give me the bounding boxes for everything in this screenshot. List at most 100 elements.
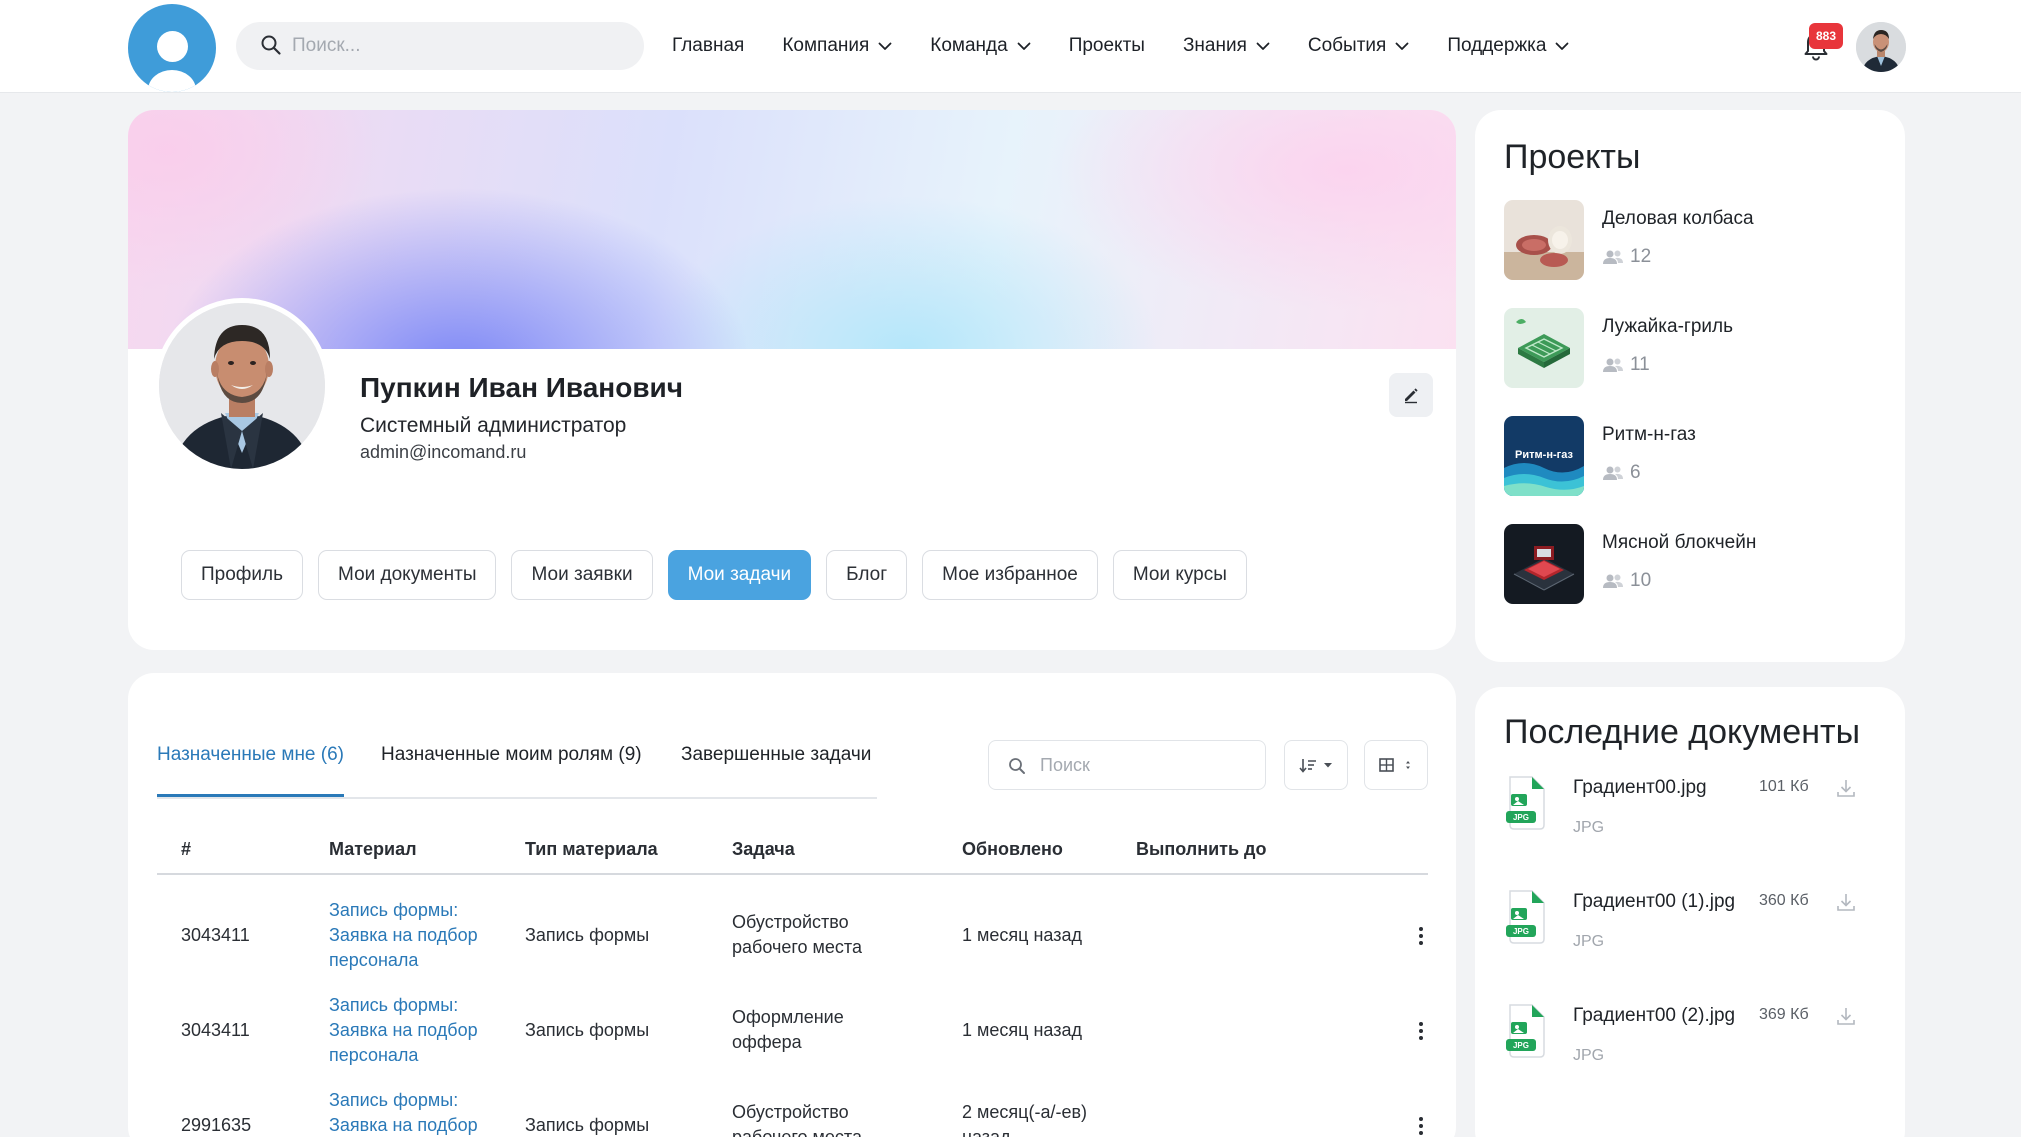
row-id: 3043411: [181, 925, 250, 945]
document-name[interactable]: Градиент00 (1).jpg: [1573, 891, 1735, 913]
row-id: 2991635: [181, 1115, 252, 1135]
documents-title: Последние документы: [1504, 713, 1861, 751]
top-header: Главная Компания Команда Проекты Знания …: [0, 0, 2021, 93]
search-icon: [1009, 758, 1025, 774]
nav-item-projects[interactable]: Проекты: [1069, 35, 1145, 57]
document-type: JPG: [1573, 1047, 1605, 1064]
nav-item-label: События: [1307, 35, 1387, 56]
row-actions-menu-icon[interactable]: [1411, 921, 1431, 951]
sort-icon: [1299, 759, 1332, 773]
document-size: 360 Кб: [1759, 892, 1809, 909]
subtab-completed[interactable]: Завершенные задачи: [681, 743, 871, 797]
row-material-link[interactable]: Запись формы: Заявка на подбор персонала: [329, 1088, 504, 1137]
download-icon[interactable]: [1835, 1005, 1857, 1027]
row-updated: 2 месяц(-а/-ев) назад: [962, 1102, 1088, 1137]
document-type: JPG: [1573, 819, 1605, 836]
project-item[interactable]: Лужайка-гриль 11: [1504, 308, 1884, 388]
document-name[interactable]: Градиент00 (2).jpg: [1573, 1005, 1735, 1027]
row-actions-menu-icon[interactable]: [1411, 1111, 1431, 1137]
profile-tabs: Профиль Мои документы Мои заявки Мои зад…: [181, 550, 1262, 600]
task-subtabs: Назначенные мне (6) Назначенные моим рол…: [157, 743, 877, 799]
table-header: # Материал Тип материала Задача Обновлен…: [157, 831, 1428, 875]
document-item[interactable]: JPG Градиент00 (1).jpg JPG 360 Кб: [1504, 889, 1884, 969]
view-mode-button[interactable]: [1364, 740, 1428, 790]
document-name[interactable]: Градиент00.jpg: [1573, 777, 1707, 799]
project-item[interactable]: Деловая колбаса 12: [1504, 200, 1884, 280]
tasks-search[interactable]: [988, 740, 1266, 790]
document-size: 369 Кб: [1759, 1006, 1809, 1023]
project-members-count: 12: [1630, 246, 1652, 267]
nav-item-support[interactable]: Поддержка: [1447, 35, 1569, 57]
global-search[interactable]: [236, 22, 644, 70]
table-row: 3043411 Запись формы: Заявка на подбор п…: [157, 888, 1428, 983]
jpg-file-icon: JPG: [1506, 776, 1545, 830]
users-icon: [1603, 358, 1623, 372]
document-item[interactable]: JPG Градиент00.jpg JPG 101 Кб: [1504, 775, 1884, 855]
users-icon: [1603, 574, 1623, 588]
nav-item-company[interactable]: Компания: [782, 35, 892, 57]
chevron-down-icon: [1556, 42, 1569, 50]
project-thumbnail: [1504, 308, 1584, 388]
projects-title: Проекты: [1504, 138, 1641, 176]
nav-item-knowledge[interactable]: Знания: [1183, 35, 1270, 57]
grid-view-icon: [1379, 758, 1410, 772]
chevron-down-icon: [878, 42, 892, 50]
project-members: 6: [1602, 462, 1641, 484]
column-header-updated[interactable]: Обновлено: [962, 839, 1063, 860]
column-header-material-type[interactable]: Тип материала: [525, 839, 658, 860]
jpg-file-icon: JPG: [1506, 890, 1545, 944]
document-type: JPG: [1573, 933, 1605, 950]
rhythm-gas-logo: Ритм-н-газ: [1504, 416, 1584, 496]
subtab-assigned-to-roles[interactable]: Назначенные моим ролям (9): [381, 743, 642, 797]
profile-email: admin@incomand.ru: [360, 442, 527, 462]
tab-blog[interactable]: Блог: [826, 550, 908, 600]
tab-my-courses[interactable]: Мои курсы: [1112, 550, 1247, 600]
tab-my-requests[interactable]: Мои заявки: [511, 550, 653, 600]
row-updated: 1 месяц назад: [962, 1020, 1082, 1040]
row-actions-menu-icon[interactable]: [1411, 1016, 1431, 1046]
row-material-link[interactable]: Запись формы: Заявка на подбор персонала: [329, 898, 504, 973]
row-material-type: Запись формы: [525, 925, 650, 945]
project-item[interactable]: Мясной блокчейн 10: [1504, 524, 1884, 604]
tasks-search-input[interactable]: [1040, 741, 1250, 789]
project-item[interactable]: Ритм-н-газ Ритм-н-газ 6: [1504, 416, 1884, 496]
global-search-input[interactable]: [292, 22, 622, 70]
column-header-material[interactable]: Материал: [329, 839, 417, 860]
project-name: Лужайка-гриль: [1602, 316, 1734, 337]
download-icon[interactable]: [1835, 891, 1857, 913]
profile-name: Пупкин Иван Иванович: [360, 372, 683, 403]
project-members: 12: [1602, 246, 1651, 268]
nav-item-team[interactable]: Команда: [930, 35, 1031, 57]
subtab-assigned-to-me[interactable]: Назначенные мне (6): [157, 743, 345, 797]
column-header-task[interactable]: Задача: [732, 839, 795, 860]
projects-panel: Проекты Деловая колбаса 12 Лужайка-гриль…: [1475, 110, 1905, 662]
row-material-type: Запись формы: [525, 1020, 650, 1040]
tab-my-documents[interactable]: Мои документы: [318, 550, 497, 600]
tab-favorites[interactable]: Мое избранное: [922, 550, 1098, 600]
user-avatar[interactable]: [1856, 22, 1906, 72]
nav-item-events[interactable]: События: [1308, 35, 1409, 57]
edit-profile-button[interactable]: [1389, 373, 1433, 417]
tab-my-tasks[interactable]: Мои задачи: [667, 550, 812, 600]
logo[interactable]: [128, 4, 216, 92]
document-item[interactable]: JPG Градиент00 (2).jpg JPG 369 Кб: [1504, 1003, 1884, 1083]
nav-item-label: Команда: [930, 35, 1008, 56]
project-members-count: 6: [1630, 462, 1641, 483]
profile-card: Пупкин Иван Иванович Системный администр…: [128, 110, 1456, 650]
tab-profile[interactable]: Профиль: [181, 550, 304, 600]
nav-item-label: Знания: [1182, 35, 1247, 56]
column-header-due[interactable]: Выполнить до: [1136, 839, 1266, 860]
column-header-id[interactable]: #: [181, 839, 191, 860]
row-material-type: Запись формы: [525, 1115, 650, 1135]
nav-item-label: Поддержка: [1447, 35, 1547, 56]
sausage-image: [1504, 200, 1584, 280]
sort-button[interactable]: [1284, 740, 1348, 790]
jpg-file-icon-label: JPG: [1513, 927, 1529, 936]
nav-item-home[interactable]: Главная: [672, 35, 744, 57]
project-thumbnail: [1504, 200, 1584, 280]
project-name: Мясной блокчейн: [1602, 532, 1757, 553]
users-icon: [1603, 250, 1623, 264]
download-icon[interactable]: [1835, 777, 1857, 799]
meat-blockchain-image: [1504, 524, 1584, 604]
row-material-link[interactable]: Запись формы: Заявка на подбор персонала: [329, 993, 504, 1068]
